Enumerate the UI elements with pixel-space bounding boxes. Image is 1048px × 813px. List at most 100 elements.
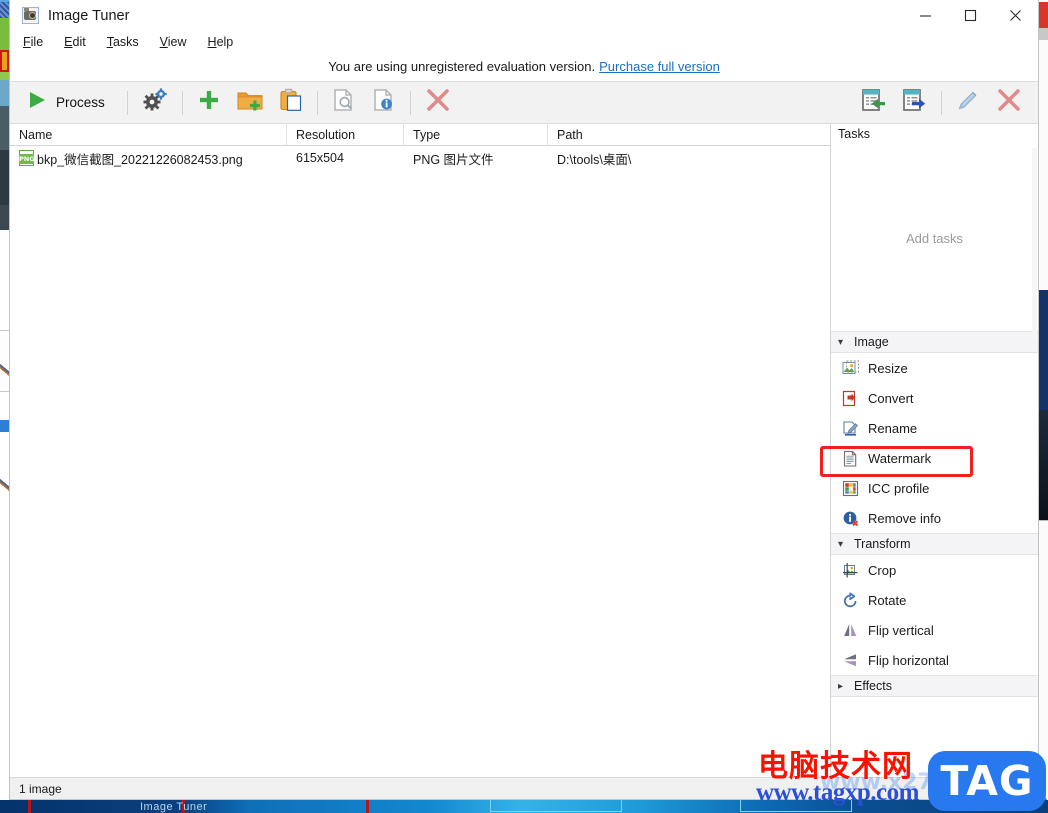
close-icon[interactable]	[993, 0, 1038, 31]
windows-taskbar[interactable]: Image Tuner	[0, 799, 1048, 813]
desktop-icon[interactable]	[0, 2, 9, 18]
gears-icon	[142, 88, 168, 117]
column-header-resolution[interactable]: Resolution	[287, 124, 404, 145]
red-x-icon	[425, 87, 451, 118]
toolbar-separator	[126, 90, 128, 115]
file-list: Name Resolution Type Path PNG bkp_微信截图_2…	[10, 124, 831, 777]
page-title: Image Tuner	[48, 7, 130, 24]
clipboard-paste-icon	[279, 88, 303, 117]
icc-profile-icon	[842, 480, 859, 497]
menu-item-label: dit	[72, 34, 86, 49]
info-button[interactable]	[364, 86, 404, 119]
cell-name: PNG bkp_微信截图_20221226082453.png	[10, 149, 287, 168]
toolbar-separator	[181, 90, 183, 115]
tasks-panel-header: Tasks	[838, 127, 870, 141]
task-item-label: Resize	[868, 360, 908, 376]
list-import-icon	[861, 88, 886, 117]
group-header-label: Transform	[854, 537, 911, 551]
page-search-icon	[332, 88, 356, 117]
import-list-button[interactable]	[853, 86, 894, 119]
camera-icon	[22, 7, 39, 24]
menu-accel: H	[207, 34, 217, 49]
task-item-rotate[interactable]: Rotate	[831, 585, 1038, 615]
group-header-transform[interactable]: ▾ Transform	[831, 533, 1038, 555]
maximize-icon[interactable]	[948, 0, 993, 31]
task-item-resize[interactable]: Resize	[831, 353, 1038, 383]
task-item-rename[interactable]: Rename	[831, 413, 1038, 443]
evaluation-notice: You are using unregistered evaluation ve…	[10, 52, 1038, 81]
toolbar-separator	[316, 90, 318, 115]
taskbar-marker	[28, 800, 31, 813]
menu-item-label: iew	[167, 34, 187, 49]
image-tuner-window: Image Tuner File Edit Tasks View Help Yo…	[9, 0, 1039, 800]
task-item-convert[interactable]: Convert	[831, 383, 1038, 413]
png-file-icon: PNG	[19, 150, 35, 166]
toolbar-separator	[941, 90, 942, 115]
chevron-down-icon: ▾	[838, 538, 844, 550]
table-row[interactable]: PNG bkp_微信截图_20221226082453.png 615x504 …	[10, 146, 830, 170]
task-item-label: Watermark	[868, 450, 932, 466]
menu-item-file[interactable]: File	[23, 35, 43, 49]
background-window-thumbnail	[0, 50, 9, 72]
cell-path: D:\tools\桌面\	[557, 152, 632, 167]
taskbar-task-button[interactable]	[490, 799, 622, 812]
crop-icon	[842, 562, 859, 579]
delete-task-button[interactable]	[988, 86, 1030, 119]
window-body: Name Resolution Type Path PNG bkp_微信截图_2…	[10, 124, 1038, 777]
purchase-link[interactable]: Purchase full version	[599, 59, 720, 74]
add-tasks-placeholder[interactable]: Add tasks	[831, 145, 1038, 331]
preview-button[interactable]	[324, 86, 364, 119]
menu-bar: File Edit Tasks View Help	[10, 31, 1038, 52]
watermark-icon	[842, 450, 859, 467]
red-x-icon	[996, 87, 1022, 118]
task-item-remove-info[interactable]: Remove info	[831, 503, 1038, 533]
minimize-icon[interactable]	[903, 0, 948, 31]
status-bar: 1 image	[10, 777, 1038, 799]
group-body-image: Resize Convert Rename Watermark ICC prof…	[831, 353, 1038, 533]
column-header-path[interactable]: Path	[548, 124, 830, 145]
menu-item-help[interactable]: Help	[208, 35, 234, 49]
flip-vertical-icon	[842, 622, 859, 639]
add-files-button[interactable]	[189, 86, 229, 119]
cell-resolution: 615x504	[296, 151, 344, 165]
toolbar-separator	[409, 90, 411, 115]
process-button[interactable]: Process	[18, 86, 113, 119]
paste-button[interactable]	[271, 86, 311, 119]
task-panel-scrollbar[interactable]	[1032, 148, 1037, 338]
flip-horizontal-icon	[842, 652, 859, 669]
task-item-label: Remove info	[868, 510, 941, 526]
menu-item-tasks[interactable]: Tasks	[107, 35, 139, 49]
task-item-flip-horizontal[interactable]: Flip horizontal	[831, 645, 1038, 675]
group-header-label: Effects	[854, 679, 892, 693]
remove-info-icon	[842, 510, 859, 527]
group-header-effects[interactable]: ▸ Effects	[831, 675, 1038, 697]
add-folder-button[interactable]	[229, 86, 271, 119]
task-item-label: Rotate	[868, 592, 907, 608]
title-bar[interactable]: Image Tuner	[10, 0, 1038, 31]
chevron-right-icon: ▸	[838, 680, 844, 692]
play-icon	[26, 90, 48, 115]
task-panel: Tasks Add tasks ▾ Image Resize Convert R…	[831, 124, 1038, 777]
group-header-image[interactable]: ▾ Image	[831, 331, 1038, 353]
rename-icon	[842, 420, 859, 437]
task-item-label: Convert	[868, 390, 914, 406]
process-button-label: Process	[56, 95, 105, 110]
settings-button[interactable]	[134, 86, 176, 119]
task-item-label: Flip horizontal	[868, 652, 949, 668]
export-list-button[interactable]	[894, 86, 935, 119]
task-item-crop[interactable]: Crop	[831, 555, 1038, 585]
background-close-button[interactable]	[1038, 2, 1048, 28]
task-item-flip-vertical[interactable]: Flip vertical	[831, 615, 1038, 645]
task-item-watermark[interactable]: Watermark	[831, 443, 1038, 473]
taskbar-task-button[interactable]	[740, 799, 852, 812]
column-header-name[interactable]: Name	[10, 124, 287, 145]
edit-task-button[interactable]	[948, 86, 988, 119]
menu-item-edit[interactable]: Edit	[64, 35, 86, 49]
task-item-label: ICC profile	[868, 480, 930, 496]
column-header-type[interactable]: Type	[404, 124, 548, 145]
task-item-icc-profile[interactable]: ICC profile	[831, 473, 1038, 503]
status-text: 1 image	[19, 781, 62, 796]
menu-accel: V	[159, 34, 168, 49]
remove-button[interactable]	[417, 86, 459, 119]
menu-item-view[interactable]: View	[160, 35, 187, 49]
